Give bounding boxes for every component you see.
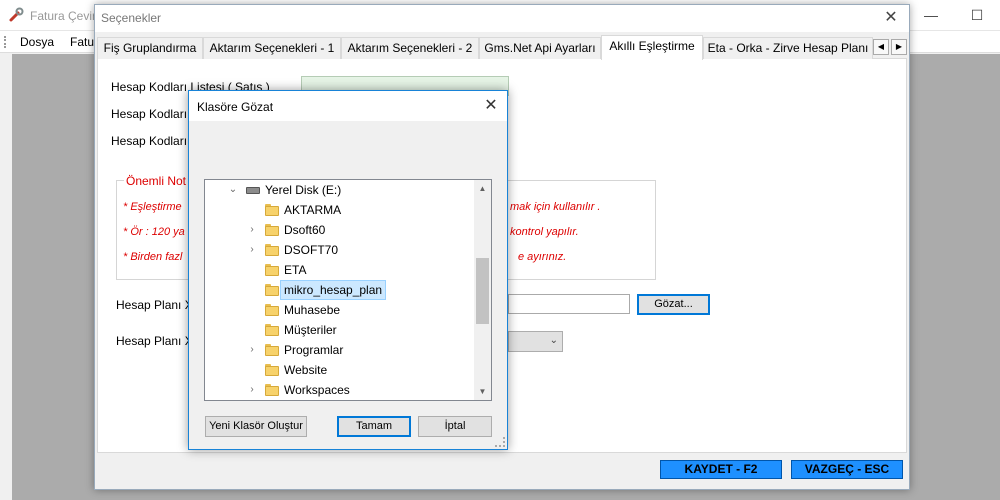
tree-item-label: Workspaces	[284, 383, 350, 397]
tree-item-label: AKTARMA	[284, 203, 342, 217]
tree-item-folder[interactable]: › Dsoft60	[205, 220, 475, 240]
expand-chevron-icon[interactable]: ›	[246, 380, 258, 400]
dialog-titlebar: Klasöre Gözat ✕	[189, 91, 507, 121]
hesap-plani-combo[interactable]: ⌄	[508, 331, 563, 352]
note-line-1-start: * Eşleştirme	[123, 201, 182, 213]
cancel-button[interactable]: İptal	[418, 416, 492, 437]
tree-item-folder[interactable]: AKTARMA	[205, 200, 475, 220]
scroll-up-icon[interactable]: ▲	[474, 180, 491, 197]
folder-icon	[265, 204, 279, 216]
tree-item-label: Programlar	[284, 343, 344, 357]
tree-item-drive[interactable]: ⌄ Yerel Disk (E:)	[205, 180, 475, 200]
expand-chevron-icon[interactable]: ›	[246, 240, 258, 260]
label-hesap-kodlari-3: Hesap Kodları	[111, 134, 188, 148]
resize-grip-icon[interactable]	[495, 437, 505, 447]
note-line-3-end: e ayırınız.	[518, 251, 567, 263]
tree-item-label: Website	[284, 363, 328, 377]
folder-tree[interactable]: ⌄ Yerel Disk (E:) AKTARMA › Dsoft60 › DS…	[204, 179, 492, 401]
tree-item-folder-selected[interactable]: mikro_hesap_plan	[205, 280, 475, 300]
label-hesap-kodlari-2: Hesap Kodları	[111, 107, 188, 121]
folder-icon	[265, 224, 279, 236]
tree-item-folder[interactable]: Muhasebe	[205, 300, 475, 320]
scroll-thumb[interactable]	[476, 258, 489, 324]
toolbar-grip[interactable]	[4, 36, 7, 48]
drive-icon	[246, 187, 260, 194]
expand-chevron-icon[interactable]: ›	[246, 340, 258, 360]
minimize-button[interactable]: —	[908, 0, 954, 31]
cancel-settings-button[interactable]: VAZGEÇ - ESC	[791, 460, 903, 479]
browse-button[interactable]: Gözat...	[637, 294, 710, 315]
ok-button[interactable]: Tamam	[337, 416, 411, 437]
tab-eta-orka-zirve[interactable]: Eta - Orka - Zirve Hesap Planı	[703, 37, 873, 59]
tree-item-label: ETA	[284, 263, 307, 277]
folder-icon	[265, 344, 279, 356]
folder-icon	[265, 384, 279, 396]
note-line-3-start: * Birden fazl	[123, 251, 183, 263]
dialog-title: Klasöre Gözat	[197, 100, 274, 114]
app-left-strip	[0, 54, 12, 500]
tab-scroll-left-icon[interactable]: ◀	[873, 39, 889, 55]
tree-item-folder[interactable]: › DSOFT70	[205, 240, 475, 260]
menu-fatura[interactable]: Fatu	[70, 35, 94, 49]
tab-akilli-eslestirme[interactable]: Akıllı Eşleştirme	[601, 35, 703, 60]
collapse-chevron-icon[interactable]: ⌄	[227, 180, 239, 200]
expand-chevron-icon[interactable]: ›	[246, 220, 258, 240]
folder-browse-dialog: Klasöre Gözat ✕ ⌄ Yerel Disk (E:) AKTARM…	[188, 90, 508, 450]
tree-item-folder[interactable]: › Workspaces	[205, 380, 475, 400]
tree-vertical-scrollbar[interactable]: ▲ ▼	[474, 180, 491, 400]
folder-icon	[265, 264, 279, 276]
app-title: Fatura Çevir	[30, 9, 97, 23]
tab-aktarim-1[interactable]: Aktarım Seçenekleri - 1	[203, 37, 341, 59]
tree-item-label: mikro_hesap_plan	[279, 280, 387, 300]
folder-icon	[265, 364, 279, 376]
dialog-close-button[interactable]: ✕	[479, 95, 503, 117]
new-folder-button[interactable]: Yeni Klasör Oluştur	[205, 416, 307, 437]
tab-scroll-right-icon[interactable]: ▶	[891, 39, 907, 55]
tab-fis-gruplandirma[interactable]: Fiş Gruplandırma	[97, 37, 203, 59]
tab-aktarim-2[interactable]: Aktarım Seçenekleri - 2	[341, 37, 479, 59]
tree-item-label: Muhasebe	[284, 303, 341, 317]
folder-icon	[265, 244, 279, 256]
folder-icon	[265, 304, 279, 316]
note-line-2-start: * Ör : 120 ya	[123, 226, 185, 238]
tab-gms-api[interactable]: Gms.Net Api Ayarları	[479, 37, 601, 59]
settings-tabs: Fiş Gruplandırma Aktarım Seçenekleri - 1…	[97, 35, 907, 60]
note-title: Önemli Not	[124, 174, 189, 188]
settings-title: Seçenekler	[101, 11, 162, 25]
settings-titlebar: Seçenekler ✕	[95, 5, 909, 32]
tree-item-label: Müşteriler	[284, 323, 337, 337]
hesap-plani-path-input[interactable]	[508, 294, 630, 314]
settings-close-button[interactable]: ✕	[877, 7, 905, 29]
tree-item-label: DSOFT70	[284, 243, 339, 257]
save-button[interactable]: KAYDET - F2	[660, 460, 782, 479]
note-line-1-end: mak için kullanılır .	[510, 201, 601, 213]
tree-item-folder[interactable]: ETA	[205, 260, 475, 280]
scroll-down-icon[interactable]: ▼	[474, 383, 491, 400]
menu-dosya[interactable]: Dosya	[20, 35, 54, 49]
tree-item-folder[interactable]: Müşteriler	[205, 320, 475, 340]
chevron-down-icon: ⌄	[549, 335, 558, 346]
note-line-2-end: kontrol yapılır.	[510, 226, 579, 238]
tree-item-folder[interactable]: › Programlar	[205, 340, 475, 360]
folder-icon	[265, 324, 279, 336]
label-hesap-plani-2: Hesap Planı X	[116, 334, 193, 348]
tree-item-folder[interactable]: Website	[205, 360, 475, 380]
label-hesap-plani-1: Hesap Planı X	[116, 298, 193, 312]
maximize-button[interactable]: ☐	[954, 0, 1000, 31]
app-tools-icon	[9, 7, 24, 22]
folder-icon	[265, 284, 279, 296]
tree-item-label: Dsoft60	[284, 223, 326, 237]
tree-item-label: Yerel Disk (E:)	[265, 183, 342, 197]
